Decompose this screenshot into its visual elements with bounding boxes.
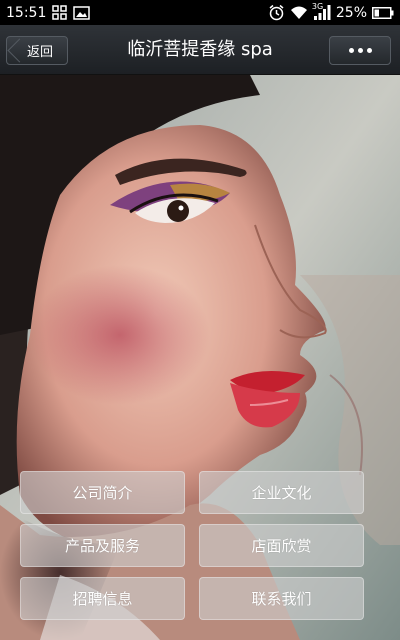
signal-icon: 3G	[311, 2, 331, 20]
alarm-icon	[268, 4, 285, 21]
image-icon	[73, 5, 91, 20]
battery-percent: 25%	[335, 4, 367, 21]
back-button[interactable]: 返回	[6, 36, 68, 65]
menu-button-store-gallery[interactable]: 店面欣赏	[199, 524, 364, 567]
grid-icon	[52, 5, 68, 20]
menu-button-company-intro[interactable]: 公司简介	[20, 471, 185, 514]
menu-button-recruitment[interactable]: 招聘信息	[20, 577, 185, 620]
wifi-icon	[290, 6, 308, 20]
nav-bar: 返回 临沂菩提香缘 spa	[0, 25, 400, 75]
menu-button-contact-us[interactable]: 联系我们	[199, 577, 364, 620]
menu-button-corporate-culture[interactable]: 企业文化	[199, 471, 364, 514]
more-button[interactable]	[329, 36, 391, 65]
more-icon	[348, 48, 354, 53]
network-label: 3G	[311, 2, 324, 11]
menu-button-products-services[interactable]: 产品及服务	[20, 524, 185, 567]
status-time: 15:51	[6, 4, 47, 21]
status-bar: 15:51 3G 25%	[0, 0, 400, 25]
menu-grid: 公司简介 企业文化 产品及服务 店面欣赏 招聘信息 联系我们	[20, 471, 364, 620]
battery-icon	[372, 6, 394, 19]
